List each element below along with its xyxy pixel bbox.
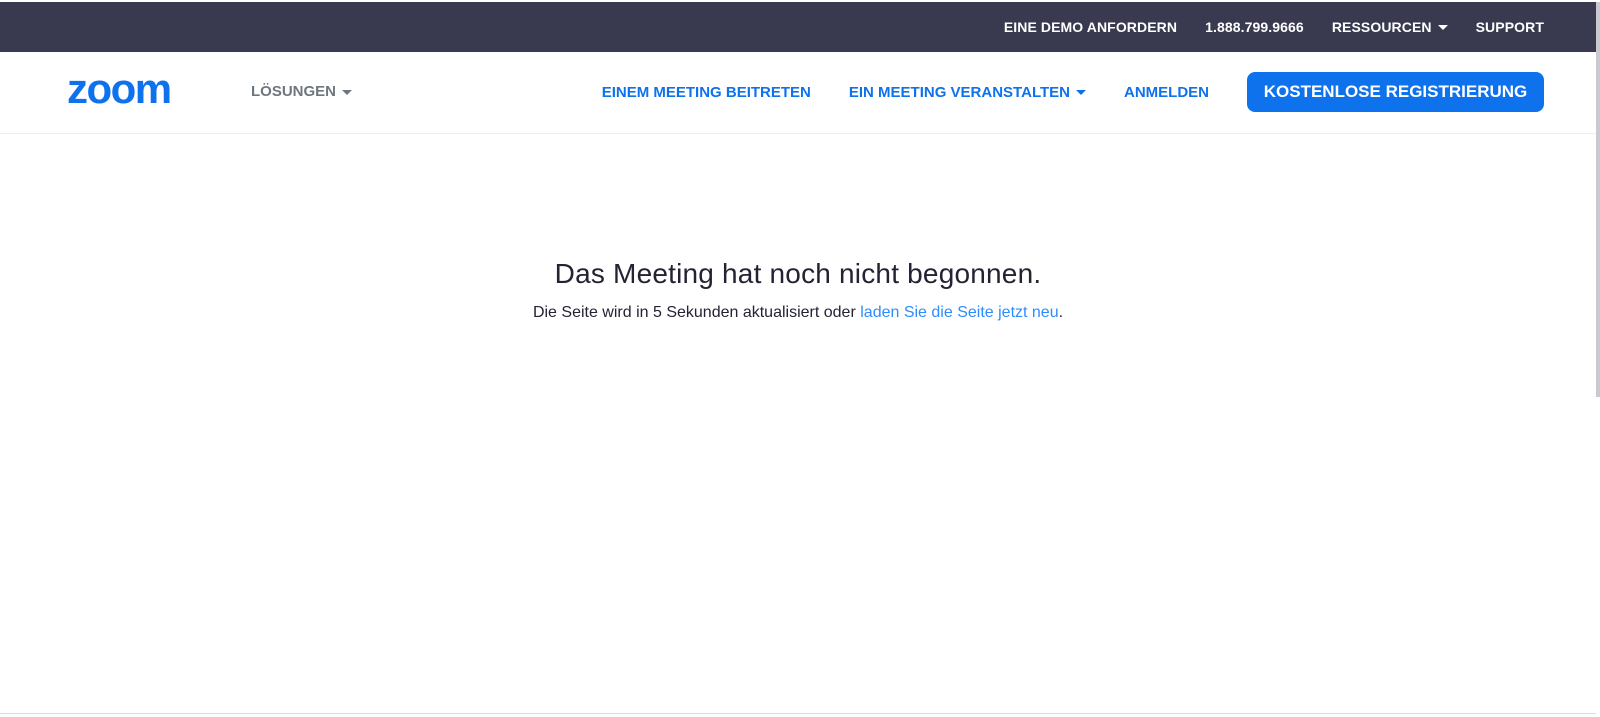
zoom-logo[interactable]: zoom [67,73,207,107]
reload-page-link[interactable]: laden Sie die Seite jetzt neu [860,304,1058,321]
phone-number-link[interactable]: 1.888.799.9666 [1205,19,1304,35]
solutions-label: LÖSUNGEN [251,83,337,100]
refresh-message: Die Seite wird in 5 Sekunden aktualisier… [0,304,1596,322]
page: EINE DEMO ANFORDERN 1.888.799.9666 RESSO… [0,0,1600,717]
request-demo-label: EINE DEMO ANFORDERN [1003,19,1178,35]
host-meeting-dropdown[interactable]: EIN MEETING VERANSTALTEN [849,84,1086,101]
resources-label: RESSOURCEN [1331,19,1432,35]
bottom-divider [0,713,1596,714]
solutions-dropdown[interactable]: LÖSUNGEN [251,83,353,100]
sign-in-label: ANMELDEN [1124,83,1209,101]
host-meeting-label: EIN MEETING VERANSTALTEN [848,83,1070,101]
utility-bar: EINE DEMO ANFORDERN 1.888.799.9666 RESSO… [0,2,1596,52]
main-nav: zoom LÖSUNGEN EINEM MEETING BEITRETEN EI… [0,52,1596,134]
zoom-logo-text: zoom [67,73,171,107]
nav-actions: EINEM MEETING BEITRETEN EIN MEETING VERA… [564,72,1544,112]
scrollbar[interactable] [1596,2,1600,397]
join-meeting-label: EINEM MEETING BEITRETEN [601,83,811,101]
join-meeting-link[interactable]: EINEM MEETING BEITRETEN [602,84,811,101]
sign-in-link[interactable]: ANMELDEN [1124,84,1209,101]
support-label: SUPPORT [1475,19,1544,35]
caret-down-icon [1076,90,1086,95]
caret-down-icon [1437,25,1448,30]
support-link[interactable]: SUPPORT [1476,19,1544,35]
caret-down-icon [342,89,353,95]
sign-up-free-button[interactable]: KOSTENLOSE REGISTRIERUNG [1247,72,1544,112]
meeting-not-started-heading: Das Meeting hat noch nicht begonnen. [554,258,1042,289]
refresh-message-prefix: Die Seite wird in 5 Sekunden aktualisier… [532,304,861,321]
resources-dropdown[interactable]: RESSOURCEN [1332,19,1448,35]
refresh-message-suffix: . [1058,304,1064,321]
request-demo-link[interactable]: EINE DEMO ANFORDERN [1004,19,1177,35]
main-content: Das Meeting hat noch nicht begonnen. Die… [0,134,1596,714]
phone-number-label: 1.888.799.9666 [1205,19,1304,35]
